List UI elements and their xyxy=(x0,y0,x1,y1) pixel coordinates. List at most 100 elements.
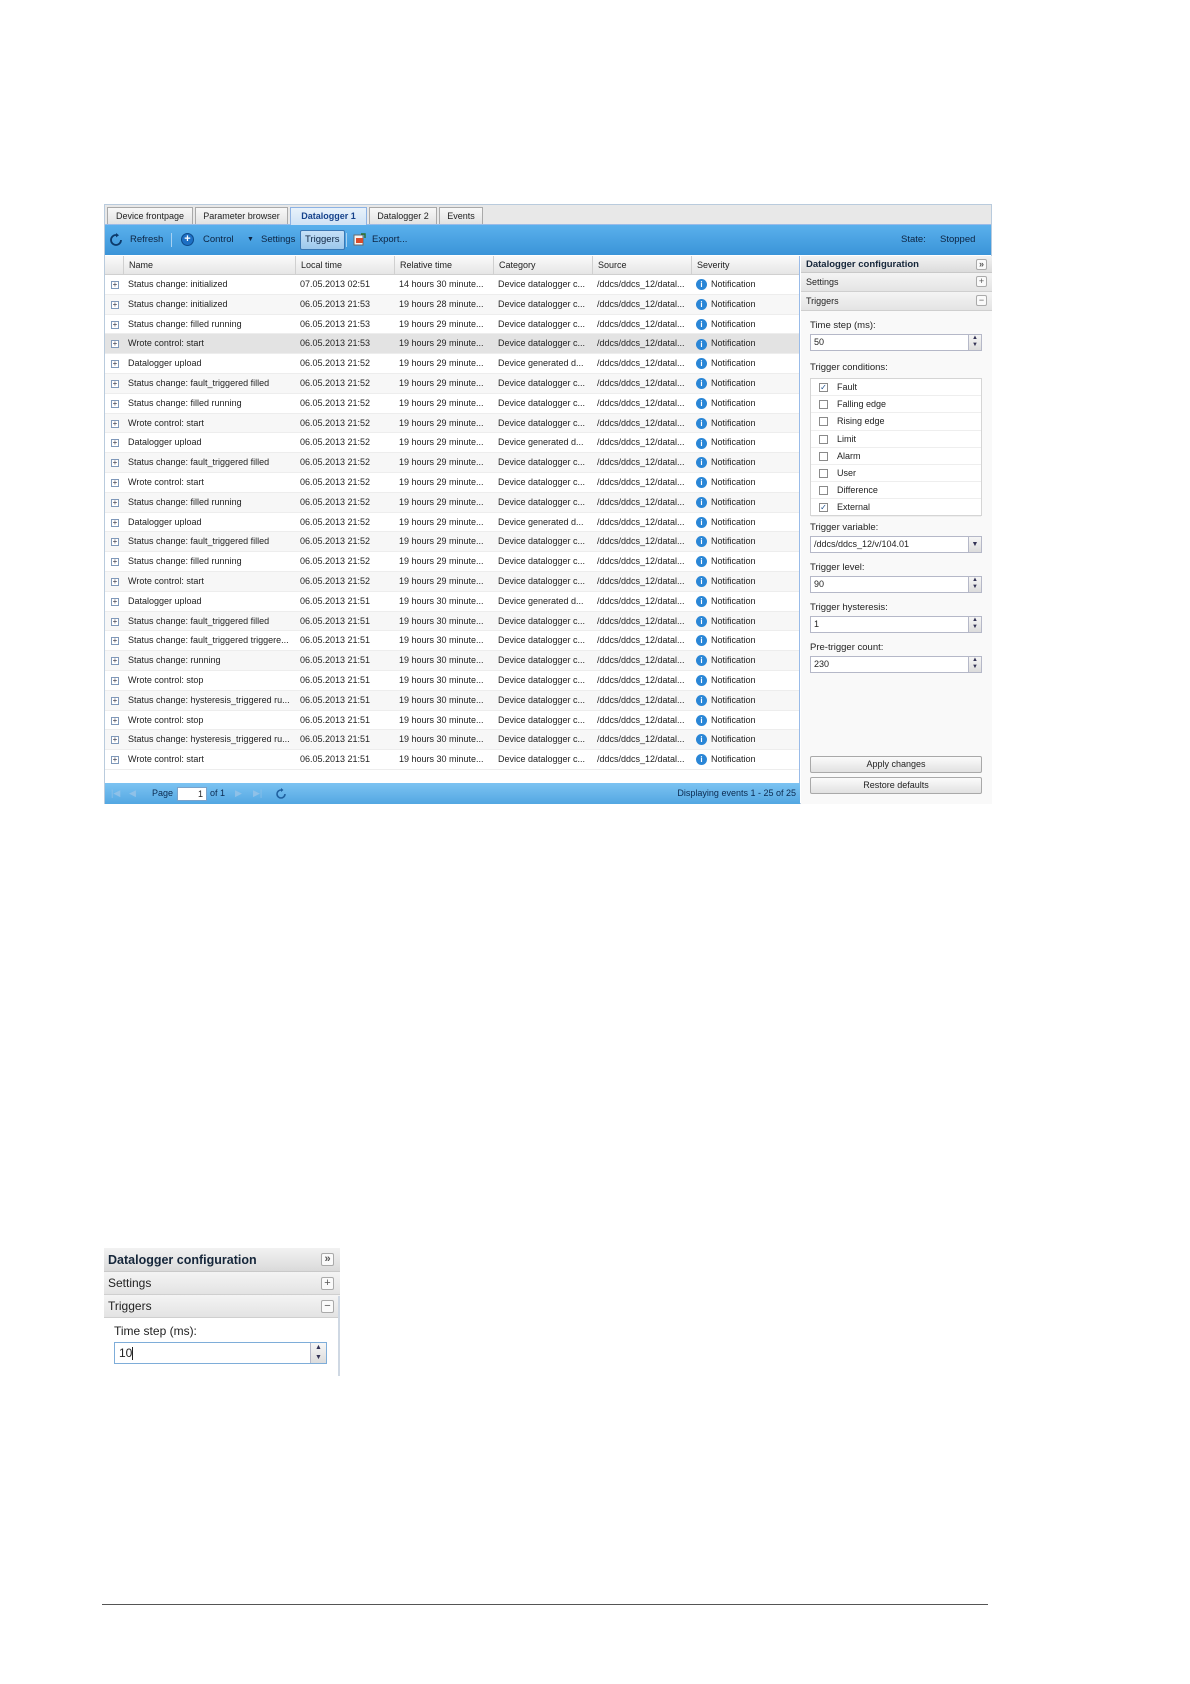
checkbox[interactable] xyxy=(819,434,828,444)
row-expand-icon[interactable]: + xyxy=(111,736,119,745)
spinner-arrows-icon[interactable]: ▲ ▼ xyxy=(968,657,981,672)
collapse-minus-icon[interactable]: − xyxy=(321,1300,334,1313)
apply-changes-button[interactable]: Apply changes xyxy=(810,756,982,773)
table-row[interactable]: + Wrote control: start 06.05.2013 21:53 19 … xyxy=(105,334,799,355)
row-expand-icon[interactable]: + xyxy=(111,419,119,428)
trigger-condition-item[interactable]: Rising edge xyxy=(811,413,981,431)
column-header-name[interactable]: Name xyxy=(123,256,295,275)
row-expand-icon[interactable]: + xyxy=(111,518,119,527)
row-expand-icon[interactable]: + xyxy=(111,478,119,487)
collapse-panel-icon[interactable]: » xyxy=(976,259,987,270)
settings-button[interactable]: Settings xyxy=(261,233,295,247)
row-expand-icon[interactable]: + xyxy=(111,617,119,626)
table-row[interactable]: + Status change: filled running 06.05.2013… xyxy=(105,394,799,414)
trigger-condition-item[interactable]: User xyxy=(811,465,981,483)
chevron-down-icon[interactable]: ▼ xyxy=(968,537,981,552)
control-button[interactable]: Control xyxy=(203,233,234,247)
table-row[interactable]: + Status change: filled running 06.05.2013… xyxy=(105,552,799,572)
table-row[interactable]: + Status change: hysteresis_triggered ru.… xyxy=(105,690,799,711)
table-row[interactable]: + Datalogger upload 06.05.2013 21:52 19 hou… xyxy=(105,433,799,454)
column-header-relative-time[interactable]: Relative time xyxy=(394,256,493,275)
table-row[interactable]: + Status change: initialized 06.05.2013 21… xyxy=(105,294,799,315)
checkbox[interactable] xyxy=(819,468,828,478)
chevron-down-icon[interactable]: ▼ xyxy=(247,233,254,247)
table-row[interactable]: + Status change: fault_triggered filled 06… xyxy=(105,611,799,632)
export-button[interactable]: Export... xyxy=(372,233,407,247)
restore-defaults-button[interactable]: Restore defaults xyxy=(810,777,982,794)
row-expand-icon[interactable]: + xyxy=(111,320,119,329)
column-header-severity[interactable]: Severity xyxy=(691,256,800,275)
row-expand-icon[interactable]: + xyxy=(111,340,119,349)
row-expand-icon[interactable]: + xyxy=(111,577,119,586)
column-header-source[interactable]: Source xyxy=(592,256,691,275)
tab-device-frontpage[interactable]: Device frontpage xyxy=(107,207,193,224)
checkbox[interactable]: ✓ xyxy=(819,503,828,513)
trigger-condition-item[interactable]: Limit xyxy=(811,431,981,448)
table-row[interactable]: + Wrote control: start 06.05.2013 21:52 19 … xyxy=(105,571,799,592)
next-page-icon[interactable]: ▶ xyxy=(235,783,242,804)
pretrigger-count-input[interactable]: 230 ▲ ▼ xyxy=(810,656,982,673)
table-row[interactable]: + Status change: filled running 06.05.2013… xyxy=(105,315,799,335)
table-row[interactable]: + Wrote control: start 06.05.2013 21:52 19 … xyxy=(105,473,799,493)
row-expand-icon[interactable]: + xyxy=(111,696,119,705)
last-page-icon[interactable]: ▶| xyxy=(253,783,262,804)
prev-page-icon[interactable]: ◀ xyxy=(129,783,136,804)
row-expand-icon[interactable]: + xyxy=(111,676,119,685)
triggers-button[interactable]: Triggers xyxy=(300,230,345,250)
row-expand-icon[interactable]: + xyxy=(111,379,119,388)
row-expand-icon[interactable]: + xyxy=(111,558,119,567)
collapse-minus-icon[interactable]: − xyxy=(976,295,987,306)
collapse-panel-icon[interactable]: » xyxy=(321,1253,334,1266)
triggers-section-header[interactable]: Triggers − xyxy=(801,292,992,311)
tab-datalogger-2[interactable]: Datalogger 2 xyxy=(369,207,437,224)
refresh-icon[interactable] xyxy=(109,233,123,247)
table-row[interactable]: + Status change: running 06.05.2013 21:51 1… xyxy=(105,651,799,671)
expand-plus-icon[interactable]: + xyxy=(321,1277,334,1290)
row-expand-icon[interactable]: + xyxy=(111,360,119,369)
zoom-settings-section[interactable]: Settings + xyxy=(104,1272,340,1295)
table-row[interactable]: + Status change: fault_triggered filled 06… xyxy=(105,453,799,473)
row-expand-icon[interactable]: + xyxy=(111,459,119,468)
trigger-condition-item[interactable]: ✓ Fault xyxy=(811,379,981,397)
add-circle-icon[interactable]: + xyxy=(181,233,194,247)
table-row[interactable]: + Wrote control: stop 06.05.2013 21:51 19 h… xyxy=(105,671,799,691)
table-row[interactable]: + Datalogger upload 06.05.2013 21:51 19 hou… xyxy=(105,592,799,612)
first-page-icon[interactable]: |◀ xyxy=(111,783,120,804)
column-header-local-time[interactable]: Local time xyxy=(295,256,394,275)
trigger-level-input[interactable]: 90 ▲ ▼ xyxy=(810,576,982,593)
table-row[interactable]: + Wrote control: start 06.05.2013 21:51 19 … xyxy=(105,750,799,770)
table-row[interactable]: + Status change: filled running 06.05.2013… xyxy=(105,492,799,513)
expand-plus-icon[interactable]: + xyxy=(976,276,987,287)
spinner-arrows-icon[interactable]: ▲ ▼ xyxy=(968,335,981,350)
row-expand-icon[interactable]: + xyxy=(111,657,119,666)
row-expand-icon[interactable]: + xyxy=(111,637,119,646)
trigger-hysteresis-input[interactable]: 1 ▲ ▼ xyxy=(810,616,982,633)
zoom-triggers-section[interactable]: Triggers − xyxy=(104,1295,340,1318)
table-row[interactable]: + Status change: fault_triggered triggere… xyxy=(105,631,799,652)
table-row[interactable]: + Status change: fault_triggered filled 06… xyxy=(105,532,799,553)
spinner-arrows-icon[interactable]: ▲ ▼ xyxy=(968,617,981,632)
row-expand-icon[interactable]: + xyxy=(111,439,119,448)
export-icon[interactable] xyxy=(353,233,366,247)
settings-section-header[interactable]: Settings + xyxy=(801,273,992,292)
row-expand-icon[interactable]: + xyxy=(111,538,119,547)
table-row[interactable]: + Datalogger upload 06.05.2013 21:52 19 hou… xyxy=(105,513,799,533)
checkbox[interactable] xyxy=(819,451,828,461)
page-number-input[interactable]: 1 xyxy=(177,787,207,801)
trigger-condition-item[interactable]: ✓ External xyxy=(811,499,981,517)
trigger-condition-item[interactable]: Alarm xyxy=(811,448,981,465)
row-expand-icon[interactable]: + xyxy=(111,281,119,289)
table-row[interactable]: + Status change: hysteresis_triggered ru.… xyxy=(105,730,799,751)
table-row[interactable]: + Wrote control: stop 06.05.2013 21:51 19 h… xyxy=(105,711,799,731)
checkbox[interactable] xyxy=(819,400,828,410)
checkbox[interactable] xyxy=(819,417,828,427)
tab-parameter-browser[interactable]: Parameter browser xyxy=(195,207,288,224)
row-expand-icon[interactable]: + xyxy=(111,756,119,765)
checkbox[interactable]: ✓ xyxy=(819,383,828,392)
trigger-condition-item[interactable]: Difference xyxy=(811,482,981,500)
table-row[interactable]: + Datalogger upload 06.05.2013 21:52 19 hou… xyxy=(105,354,799,374)
table-row[interactable]: + Wrote control: start 06.05.2013 21:52 19 … xyxy=(105,413,799,434)
row-expand-icon[interactable]: + xyxy=(111,399,119,408)
spinner-arrows-icon[interactable]: ▲ ▼ xyxy=(310,1343,326,1363)
row-expand-icon[interactable]: + xyxy=(111,597,119,606)
